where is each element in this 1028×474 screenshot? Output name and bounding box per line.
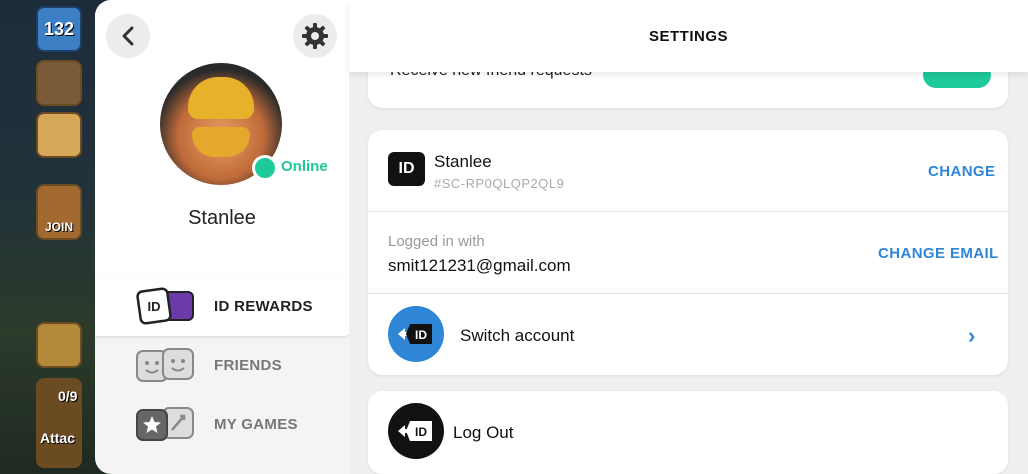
profile-username: Stanlee <box>188 207 256 229</box>
divider <box>368 293 1008 294</box>
switch-account-icon: ID <box>388 306 444 362</box>
game-background: 132 JOIN 0/9 Attac <box>0 0 110 474</box>
join-label: JOIN <box>44 220 73 234</box>
account-name: Stanlee <box>434 152 492 171</box>
attack-button[interactable]: 0/9 Attac <box>36 378 82 468</box>
sidebar-item-label: ID REWARDS <box>214 297 313 315</box>
account-tag: #SC-RP0QLQP2QL9 <box>434 176 565 191</box>
sidebar-item-label: FRIENDS <box>214 356 282 374</box>
chevron-left-icon <box>122 26 134 46</box>
mail-icon[interactable] <box>36 112 82 158</box>
trophy-count: 0/9 <box>58 388 78 404</box>
my-games-icon <box>136 407 194 441</box>
avatar-helmet <box>188 77 254 119</box>
id-rewards-icon: ID <box>136 287 194 325</box>
sidebar-item-my-games[interactable]: MY GAMES <box>95 394 353 454</box>
settings-button[interactable] <box>293 14 337 58</box>
chevron-right-icon[interactable]: › <box>968 323 975 349</box>
svg-text:ID: ID <box>415 425 427 439</box>
logged-in-label: Logged in with <box>388 233 485 250</box>
profile-sidebar: Online Stanlee ID ID REWARDS FRIENDS MY … <box>95 0 353 474</box>
player-level: 132 <box>43 19 75 39</box>
account-card: ID Stanlee #SC-RP0QLQP2QL9 CHANGE Logged… <box>368 130 1008 375</box>
change-email-button[interactable]: CHANGE EMAIL <box>878 245 999 262</box>
logout-label[interactable]: Log Out <box>453 423 514 443</box>
settings-header: SETTINGS <box>349 0 1028 72</box>
sidebar-item-id-rewards[interactable]: ID ID REWARDS <box>95 276 353 336</box>
switch-account-label[interactable]: Switch account <box>460 326 574 346</box>
builder-icon[interactable] <box>36 60 82 106</box>
account-email: smit121231@gmail.com <box>388 256 571 275</box>
divider <box>368 211 1008 212</box>
attack-label: Attac <box>40 430 76 446</box>
online-status-icon <box>252 155 278 181</box>
sidebar-item-label: MY GAMES <box>214 415 298 433</box>
svg-text:ID: ID <box>148 299 161 314</box>
avatar-mustache <box>192 127 250 157</box>
online-status-label: Online <box>281 158 328 175</box>
friends-icon <box>136 348 194 382</box>
player-level-badge[interactable]: 132 <box>36 6 82 52</box>
logout-card[interactable]: ID Log Out <box>368 391 1008 474</box>
hero-icon[interactable] <box>36 322 82 368</box>
sidebar-item-friends[interactable]: FRIENDS <box>95 335 353 395</box>
join-clan-button[interactable]: JOIN <box>36 184 82 240</box>
profile-header: Online Stanlee <box>95 0 349 278</box>
gear-icon <box>302 23 328 49</box>
change-name-button[interactable]: CHANGE <box>928 163 995 180</box>
id-badge-icon: ID <box>388 152 425 186</box>
logout-icon: ID <box>388 403 444 459</box>
page-title: SETTINGS <box>648 27 728 45</box>
settings-panel: SETTINGS Receive new friend requests ID … <box>349 0 1028 474</box>
svg-text:ID: ID <box>415 328 427 342</box>
back-button[interactable] <box>106 14 150 58</box>
